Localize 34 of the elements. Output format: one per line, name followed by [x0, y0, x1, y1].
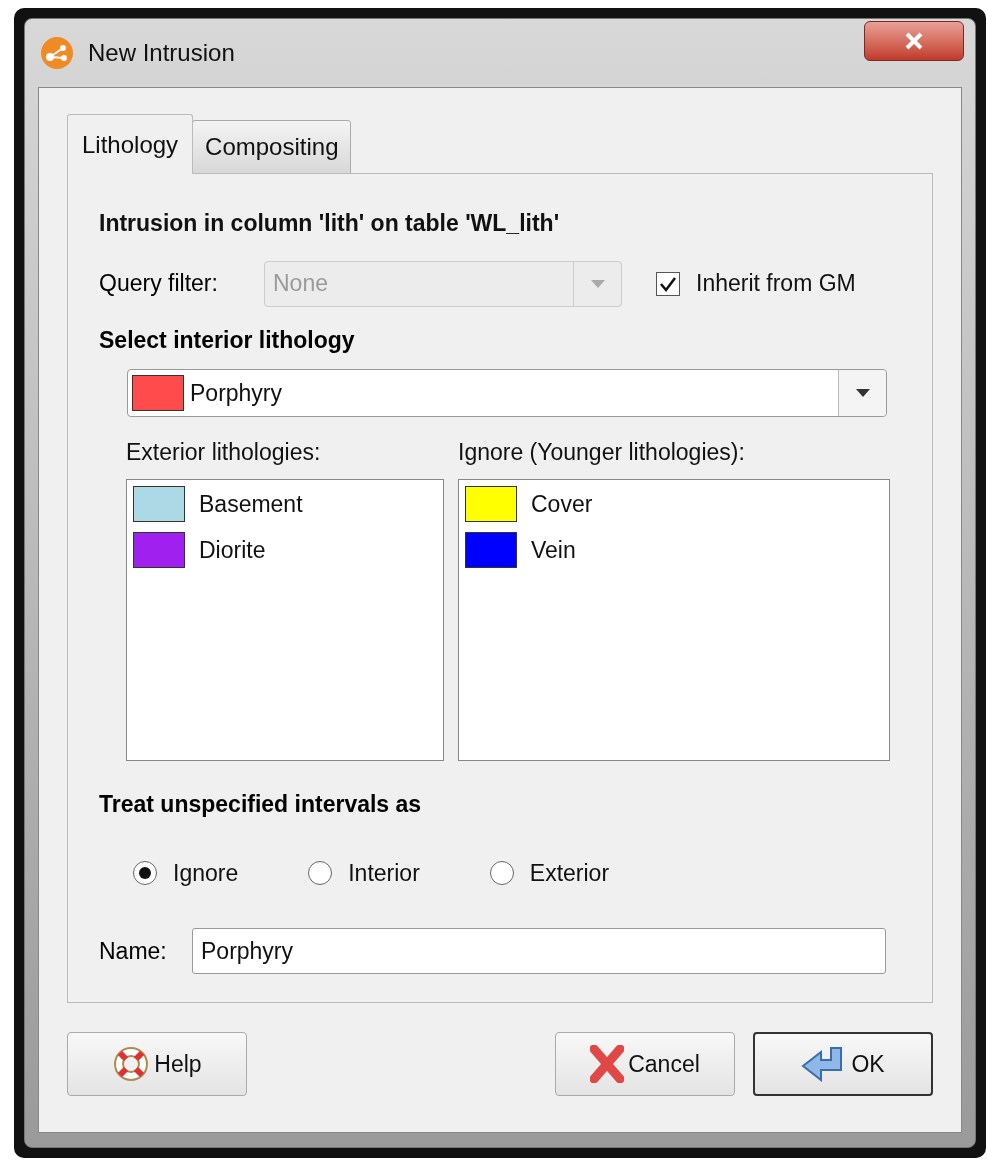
section-heading: Select interior lithology: [99, 325, 356, 355]
dropdown-arrow-icon: [855, 389, 870, 397]
close-icon: [903, 32, 925, 50]
list-item[interactable]: Diorite: [199, 532, 266, 568]
ok-button[interactable]: OK: [753, 1032, 933, 1096]
list-label: Ignore (Younger lithologies):: [458, 438, 746, 467]
list-item[interactable]: Basement: [199, 486, 303, 522]
radio-button[interactable]: [308, 860, 333, 885]
list-label: Exterior lithologies:: [126, 438, 322, 467]
dropdown-arrow-icon: [590, 279, 605, 288]
list-item[interactable]: Cover: [531, 486, 593, 522]
interior-lithology-dropdown[interactable]: Porphyry: [127, 369, 887, 417]
lifebuoy-icon: [112, 1045, 151, 1083]
window-title: New Intrusion: [88, 38, 235, 68]
name-field[interactable]: Porphyry: [192, 928, 886, 974]
app-logo-icon: [40, 36, 74, 70]
close-button[interactable]: [864, 21, 964, 61]
field-label: Name:: [99, 936, 168, 966]
field-label: Query filter:: [99, 269, 219, 299]
tab[interactable]: Compositing: [192, 120, 352, 174]
radio-button[interactable]: [489, 860, 514, 885]
section-heading: Intrusion in column 'lith' on table 'WL_lith': [99, 209, 561, 238]
radio-label: Interior: [348, 858, 420, 888]
help-button[interactable]: Help: [67, 1032, 247, 1096]
radio-label: Ignore: [173, 858, 239, 888]
checkbox[interactable]: [656, 271, 680, 296]
section-heading: Treat unspecified intervals as: [99, 790, 423, 819]
cancel-button[interactable]: Cancel: [555, 1032, 735, 1096]
radio-label: Exterior: [529, 858, 610, 888]
tab[interactable]: Lithology: [67, 114, 194, 174]
checkbox-label: Inherit from GM: [696, 269, 856, 299]
radio-button[interactable]: [133, 860, 157, 885]
cross-icon: [590, 1045, 625, 1083]
list-item[interactable]: Vein: [531, 532, 576, 568]
